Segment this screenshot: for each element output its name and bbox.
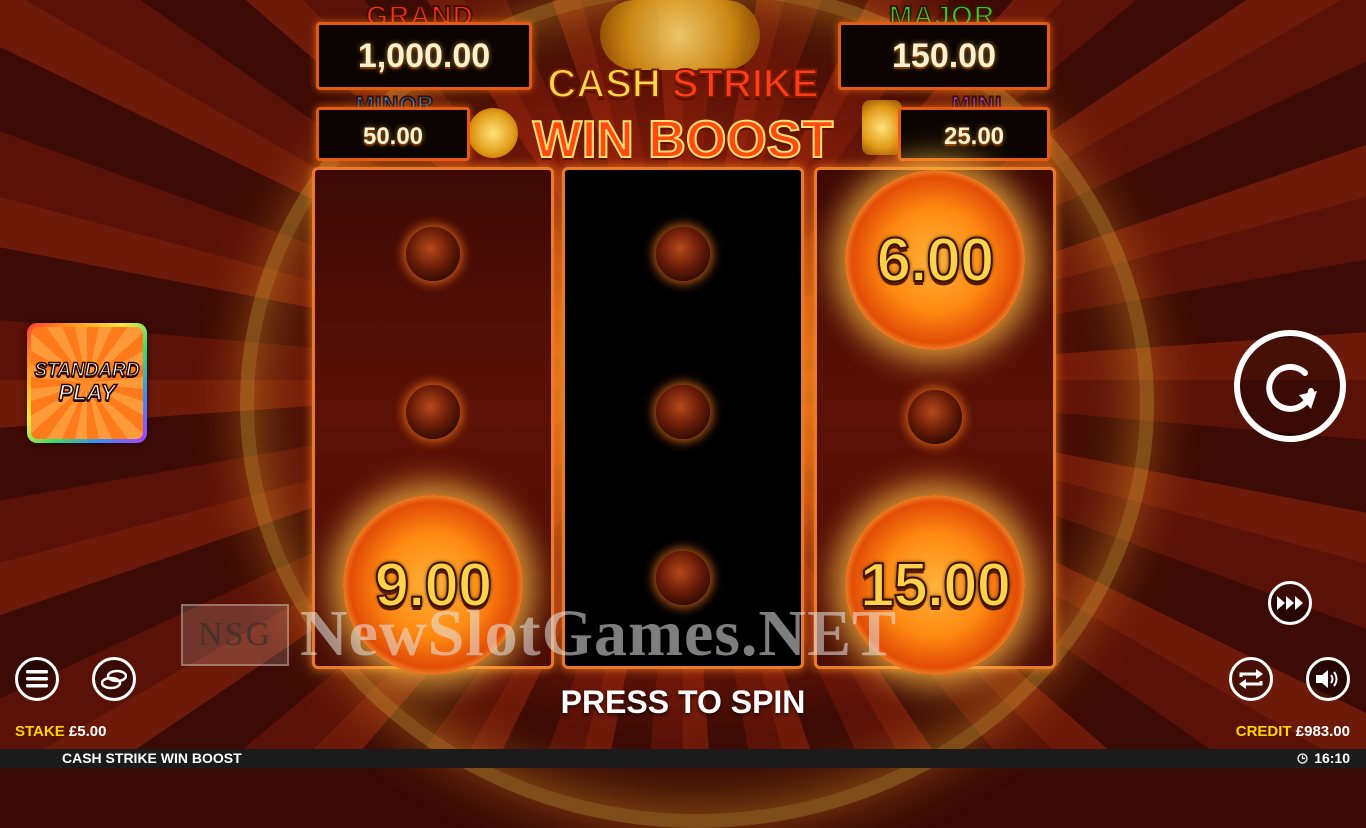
logo-strike: STRIKE: [671, 61, 820, 107]
game-logo-line1: CASH STRIKE: [528, 61, 838, 107]
credit-display: CREDIT £983.00: [1236, 723, 1350, 740]
mini-jackpot: 25.00: [898, 107, 1050, 161]
minor-jackpot: 50.00: [316, 107, 470, 161]
stake-label: STAKE: [15, 723, 65, 740]
standard-play-face: STANDARD PLAY: [31, 327, 143, 439]
coin-burst: [600, 0, 760, 70]
major-jackpot: 150.00: [838, 22, 1050, 90]
game-title: CASH STRIKE WIN BOOST: [62, 750, 242, 766]
reel-1: 9.00: [312, 167, 554, 675]
credit-label: CREDIT: [1235, 723, 1292, 740]
major-value: 150.00: [892, 36, 996, 75]
sound-button[interactable]: [1306, 657, 1350, 701]
standard-play-line2: PLAY: [58, 380, 117, 406]
stake-display: STAKE £5.00: [15, 723, 106, 740]
cash-value: 6.00: [876, 225, 996, 296]
reel-2: [562, 167, 804, 669]
logo-cash: CASH: [546, 61, 661, 107]
reel-3: 6.00 15.00: [814, 167, 1056, 675]
clock-icon: [1297, 752, 1308, 764]
game-logo-line2: WIN BOOST: [532, 110, 834, 170]
autoplay-icon: [1239, 669, 1263, 689]
clock: 16:10: [1297, 750, 1350, 766]
ember-symbol: [406, 385, 460, 439]
status-bar: CASH STRIKE WIN BOOST 16:10: [0, 749, 1366, 768]
ember-symbol: [656, 385, 710, 439]
watermark-text: NewSlotGames.NET: [300, 597, 898, 670]
ember-symbol: [406, 227, 460, 281]
ember-symbol: [656, 227, 710, 281]
standard-play-button[interactable]: STANDARD PLAY: [27, 323, 147, 443]
spin-button[interactable]: [1234, 330, 1346, 442]
grand-value: 1,000.00: [357, 36, 491, 75]
grand-jackpot: 1,000.00: [316, 22, 532, 90]
clock-time: 16:10: [1314, 750, 1350, 766]
standard-play-line1: STANDARD: [34, 360, 141, 382]
autoplay-button[interactable]: [1229, 657, 1273, 701]
ember-symbol: [908, 390, 962, 444]
spin-icon: [1266, 363, 1317, 412]
coins-icon: [101, 669, 127, 690]
menu-button[interactable]: [15, 657, 59, 701]
sound-icon: [1316, 670, 1338, 688]
stake-value: £5.00: [68, 723, 107, 740]
fast-forward-button[interactable]: [1268, 581, 1312, 625]
watermark-logo: NSG: [181, 604, 289, 666]
fast-forward-icon: [1277, 596, 1303, 610]
mini-value: 25.00: [943, 123, 1005, 150]
stake-button[interactable]: [92, 657, 136, 701]
menu-icon: [26, 670, 48, 688]
credit-value: £983.00: [1295, 723, 1350, 740]
cash-symbol: 6.00: [845, 170, 1025, 350]
coin-stack-right: [862, 100, 902, 155]
press-to-spin-label: PRESS TO SPIN: [560, 684, 806, 720]
minor-value: 50.00: [362, 123, 424, 150]
